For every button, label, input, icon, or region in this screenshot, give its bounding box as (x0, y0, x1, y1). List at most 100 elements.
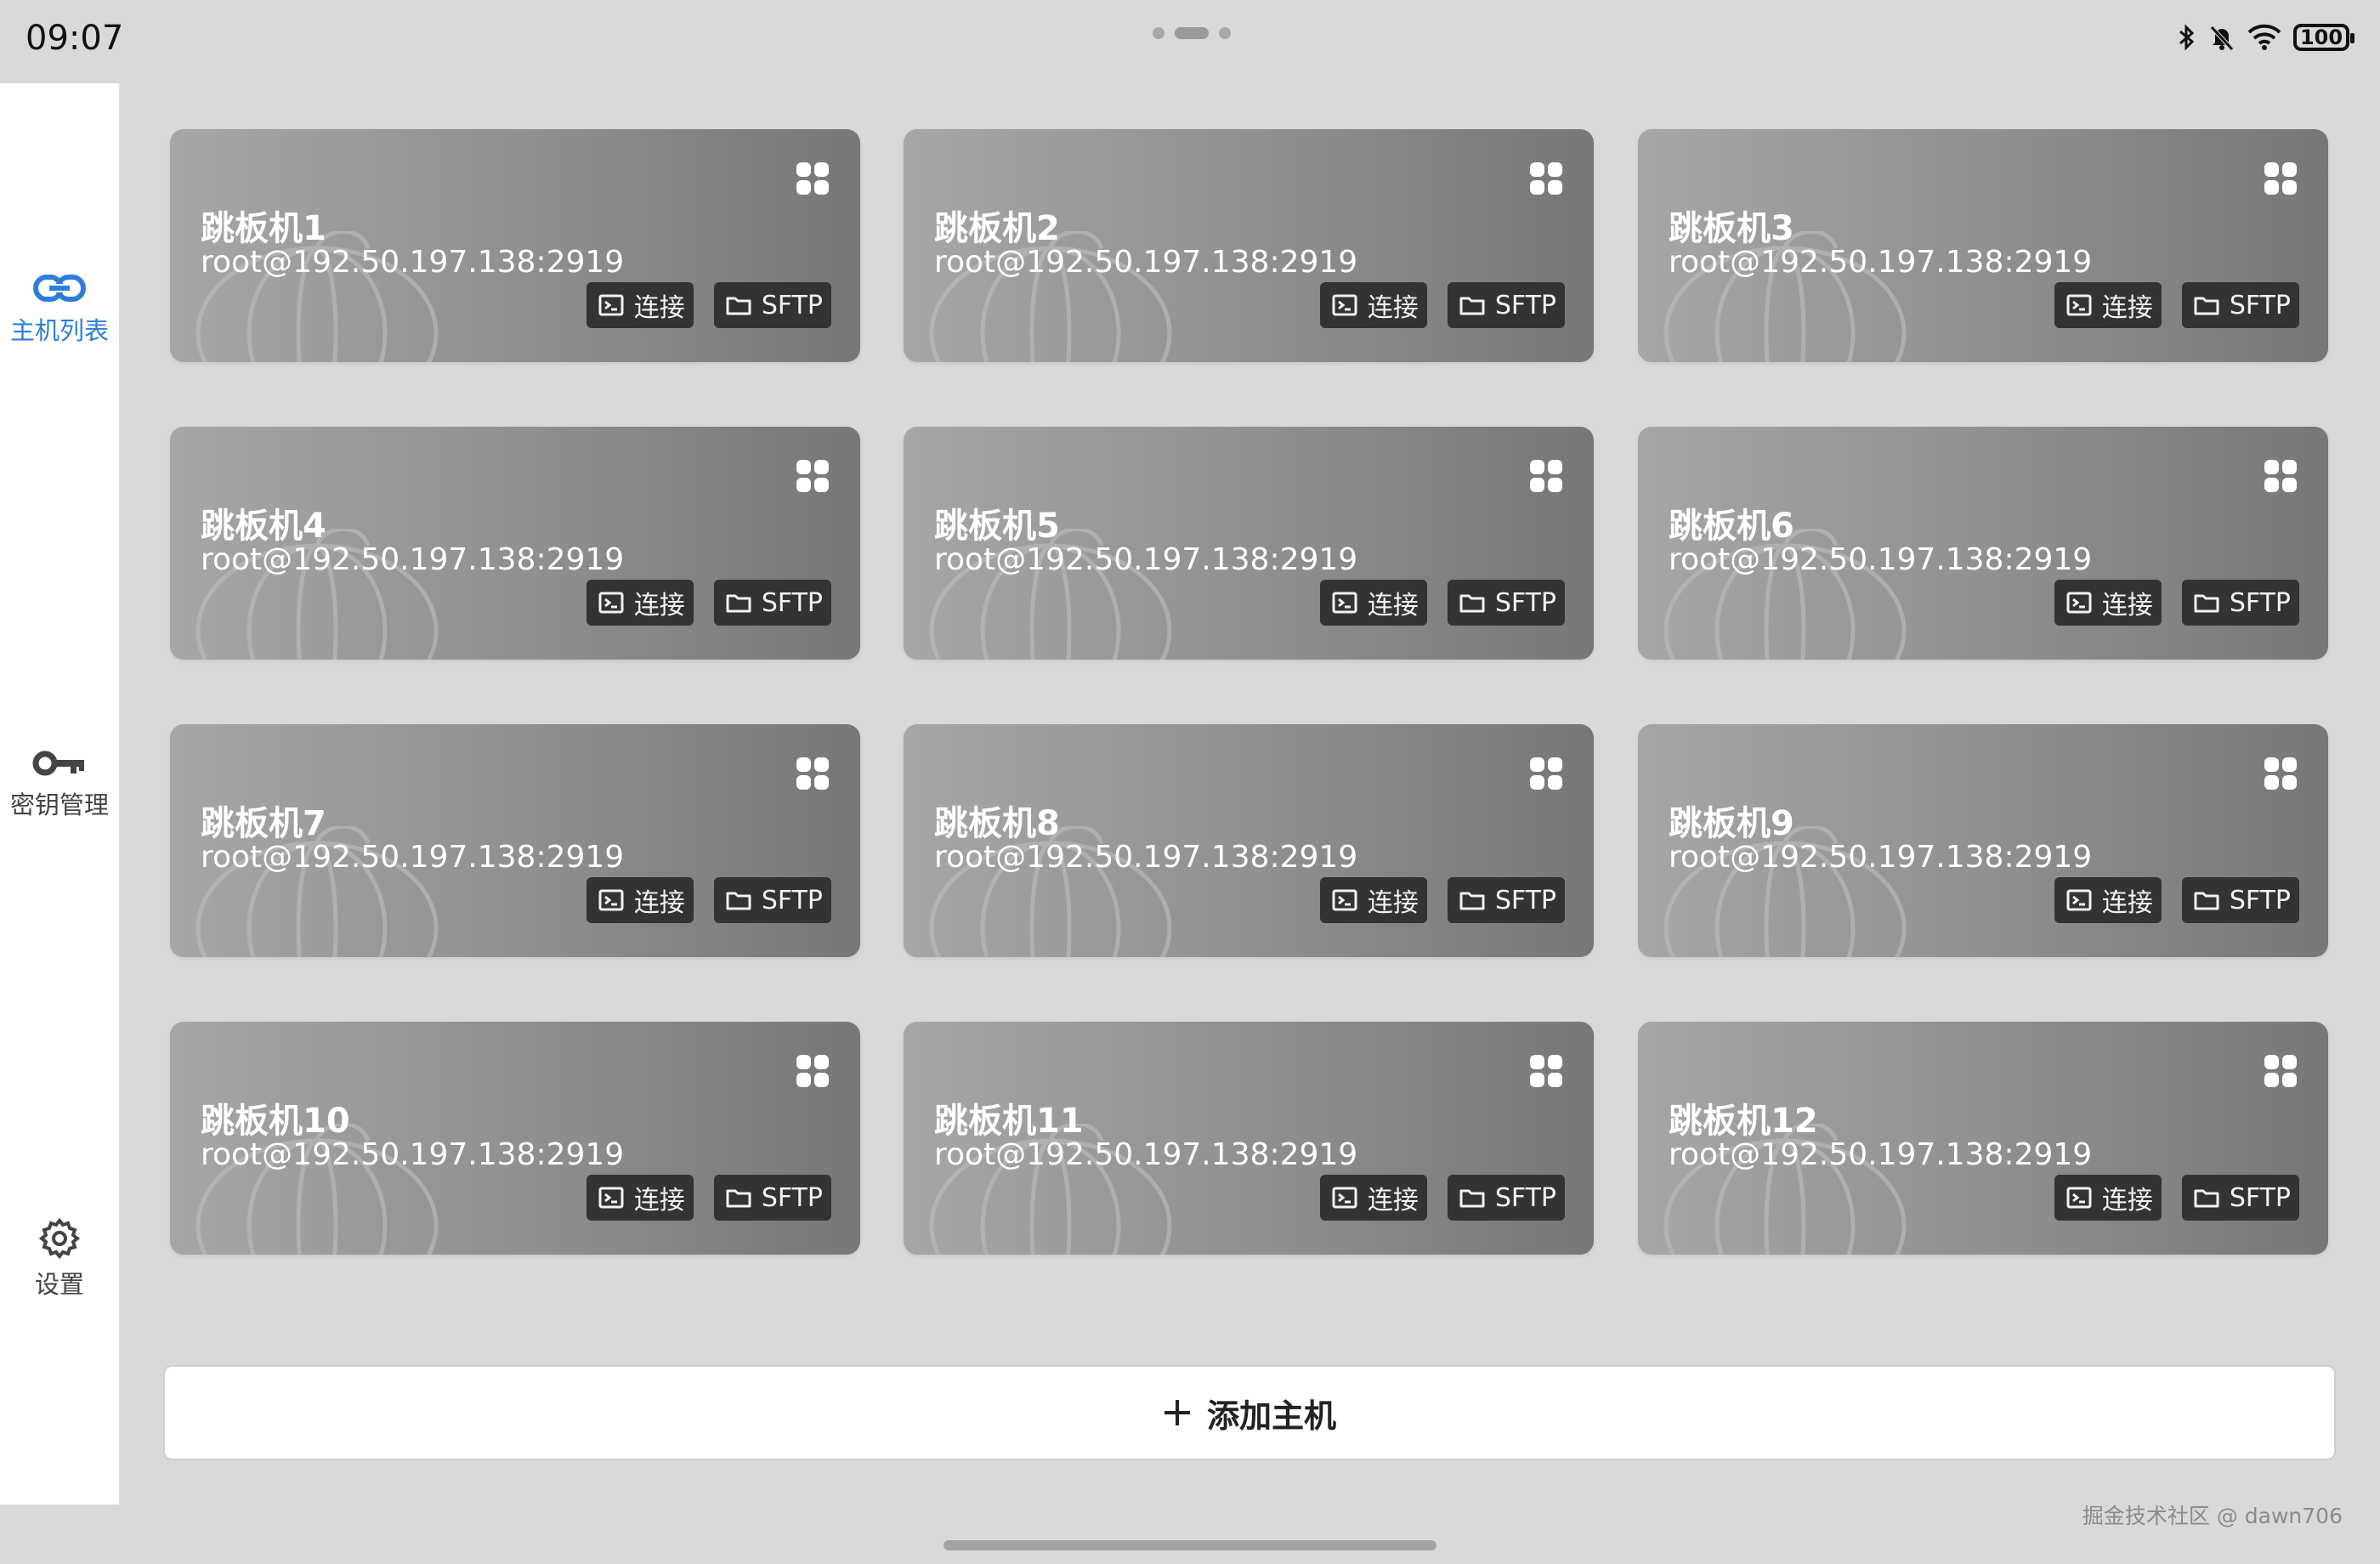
card-menu-icon[interactable] (2264, 162, 2298, 196)
terminal-icon (2066, 1187, 2092, 1209)
host-card[interactable]: 跳板机9 root@192.50.197.138:2919 连接 SFTP (1638, 724, 2328, 957)
card-menu-icon[interactable] (796, 162, 830, 196)
sidebar-item-host-list[interactable]: 主机列表 (0, 272, 119, 347)
folder-icon (2194, 594, 2219, 613)
host-card[interactable]: 跳板机2 root@192.50.197.138:2919 连接 SFTP (904, 129, 1594, 362)
connect-button[interactable]: 连接 (1319, 877, 1427, 923)
sftp-button[interactable]: SFTP (713, 1175, 831, 1221)
sftp-button[interactable]: SFTP (2181, 877, 2299, 923)
host-address: root@192.50.197.138:2919 (201, 840, 625, 875)
sftp-button[interactable]: SFTP (2181, 282, 2299, 328)
folder-icon (726, 1189, 751, 1208)
card-menu-icon[interactable] (1529, 756, 1563, 790)
host-card[interactable]: 跳板机11 root@192.50.197.138:2919 连接 SFTP (904, 1022, 1594, 1255)
card-menu-icon[interactable] (2264, 756, 2298, 790)
sftp-button[interactable]: SFTP (713, 580, 831, 626)
sftp-button[interactable]: SFTP (713, 282, 831, 328)
terminal-icon (598, 592, 624, 614)
connect-button[interactable]: 连接 (586, 1175, 694, 1221)
folder-icon (1459, 1189, 1485, 1208)
host-name: 跳板机1 (201, 209, 326, 248)
host-card[interactable]: 跳板机10 root@192.50.197.138:2919 连接 SFTP (170, 1022, 860, 1255)
sidebar: 主机列表 密钥管理 设置 (0, 83, 119, 1504)
host-name: 跳板机5 (934, 507, 1060, 546)
host-name: 跳板机11 (934, 1102, 1084, 1141)
watermark-text: 掘金技术社区 @ dawn706 (2082, 1504, 2343, 1528)
connect-button[interactable]: 连接 (586, 282, 694, 328)
sidebar-item-settings[interactable]: 设置 (0, 1217, 119, 1300)
connect-button[interactable]: 连接 (1319, 1175, 1427, 1221)
host-card[interactable]: 跳板机7 root@192.50.197.138:2919 连接 SFTP (170, 724, 860, 957)
host-name: 跳板机10 (201, 1102, 350, 1141)
card-menu-icon[interactable] (1529, 162, 1563, 196)
host-address: root@192.50.197.138:2919 (201, 1137, 625, 1172)
add-host-button[interactable]: 添加主机 (163, 1365, 2336, 1460)
sftp-button[interactable]: SFTP (1447, 282, 1565, 328)
connect-button[interactable]: 连接 (2054, 580, 2162, 626)
folder-icon (726, 594, 751, 613)
host-address: root@192.50.197.138:2919 (1669, 245, 2093, 280)
host-address: root@192.50.197.138:2919 (1669, 840, 2093, 875)
sftp-button[interactable]: SFTP (1447, 580, 1565, 626)
sftp-button[interactable]: SFTP (2181, 1175, 2299, 1221)
link-icon (33, 275, 86, 302)
card-menu-icon[interactable] (2264, 1054, 2298, 1088)
host-address: root@192.50.197.138:2919 (934, 1137, 1358, 1172)
host-card[interactable]: 跳板机8 root@192.50.197.138:2919 连接 SFTP (904, 724, 1594, 957)
host-name: 跳板机9 (1669, 804, 1794, 843)
sidebar-item-label: 设置 (34, 1270, 84, 1299)
folder-icon (2194, 1189, 2219, 1208)
terminal-icon (1332, 1187, 1357, 1209)
host-card[interactable]: 跳板机1 root@192.50.197.138:2919 连接 SFTP (170, 129, 860, 362)
host-card[interactable]: 跳板机12 root@192.50.197.138:2919 连接 SFTP (1638, 1022, 2328, 1255)
connect-button[interactable]: 连接 (1319, 580, 1427, 626)
sftp-button[interactable]: SFTP (2181, 580, 2299, 626)
host-address: root@192.50.197.138:2919 (201, 245, 625, 280)
card-menu-icon[interactable] (1529, 459, 1563, 493)
folder-icon (1459, 892, 1485, 910)
terminal-icon (598, 889, 624, 911)
home-indicator[interactable] (944, 1540, 1436, 1550)
host-address: root@192.50.197.138:2919 (934, 542, 1358, 577)
host-card[interactable]: 跳板机6 root@192.50.197.138:2919 连接 SFTP (1638, 427, 2328, 660)
connect-button[interactable]: 连接 (2054, 877, 2162, 923)
terminal-icon (2066, 294, 2092, 316)
sidebar-item-label: 主机列表 (9, 316, 109, 345)
host-card[interactable]: 跳板机4 root@192.50.197.138:2919 连接 SFTP (170, 427, 860, 660)
host-name: 跳板机12 (1669, 1102, 1818, 1141)
folder-icon (1459, 594, 1485, 613)
sftp-button[interactable]: SFTP (713, 877, 831, 923)
host-address: root@192.50.197.138:2919 (1669, 1137, 2093, 1172)
window-handle[interactable] (1153, 27, 1231, 39)
host-name: 跳板机3 (1669, 209, 1794, 248)
terminal-icon (2066, 889, 2092, 911)
connect-button[interactable]: 连接 (586, 877, 694, 923)
folder-icon (726, 892, 751, 910)
card-menu-icon[interactable] (1529, 1054, 1563, 1088)
terminal-icon (598, 1187, 624, 1209)
card-menu-icon[interactable] (796, 459, 830, 493)
host-address: root@192.50.197.138:2919 (201, 542, 625, 577)
host-name: 跳板机6 (1669, 507, 1794, 546)
card-menu-icon[interactable] (2264, 459, 2298, 493)
terminal-icon (2066, 592, 2092, 614)
card-menu-icon[interactable] (796, 1054, 830, 1088)
sftp-button[interactable]: SFTP (1447, 1175, 1565, 1221)
sidebar-item-key-management[interactable]: 密钥管理 (0, 746, 119, 821)
terminal-icon (1332, 294, 1357, 316)
add-host-label: 添加主机 (1206, 1397, 1336, 1435)
host-name: 跳板机2 (934, 209, 1060, 248)
connect-button[interactable]: 连接 (586, 580, 694, 626)
sftp-button[interactable]: SFTP (1447, 877, 1565, 923)
host-card[interactable]: 跳板机5 root@192.50.197.138:2919 连接 SFTP (904, 427, 1594, 660)
connect-button[interactable]: 连接 (2054, 282, 2162, 328)
connect-button[interactable]: 连接 (1319, 282, 1427, 328)
host-address: root@192.50.197.138:2919 (934, 840, 1358, 875)
folder-icon (2194, 297, 2219, 315)
connect-button[interactable]: 连接 (2054, 1175, 2162, 1221)
terminal-icon (1332, 889, 1357, 911)
host-card[interactable]: 跳板机3 root@192.50.197.138:2919 连接 SFTP (1638, 129, 2328, 362)
card-menu-icon[interactable] (796, 756, 830, 790)
host-address: root@192.50.197.138:2919 (934, 245, 1358, 280)
folder-icon (1459, 297, 1485, 315)
